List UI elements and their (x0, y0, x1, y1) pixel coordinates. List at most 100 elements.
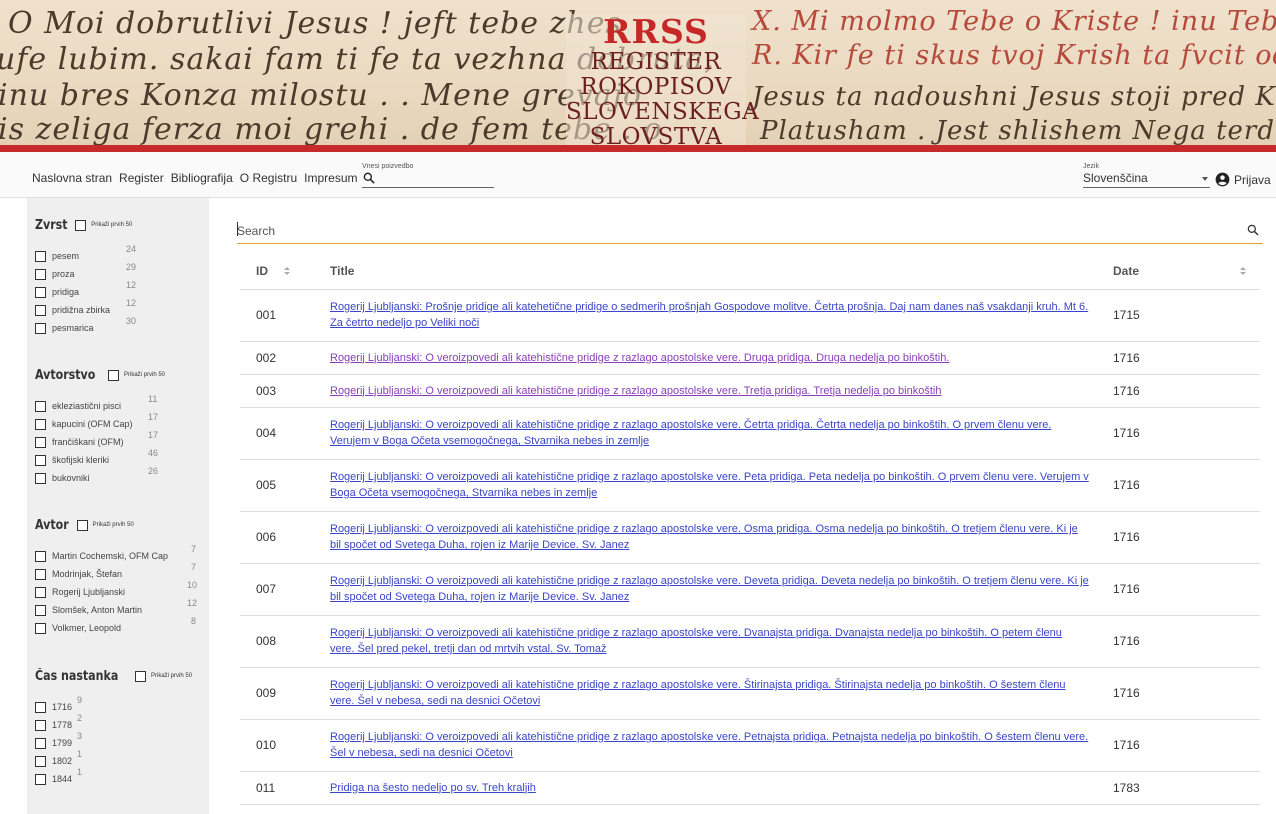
record-title-link[interactable]: Rogerij Ljubljanski: O veroizpovedi ali … (330, 523, 1078, 551)
search-icon[interactable] (362, 171, 376, 185)
facet-item[interactable]: pridiga 12 (35, 280, 205, 301)
checkbox-icon[interactable] (35, 568, 46, 580)
checkbox-icon[interactable] (76, 519, 88, 531)
facet-genre: Zvrst Prikaži prvih 50 pesem 24 proza 29 p… (35, 215, 205, 337)
facet-item[interactable]: bukovniki 26 (35, 466, 205, 487)
facet-item-count: 2 (77, 713, 83, 723)
facet-item-count: 24 (126, 244, 137, 254)
checkbox-icon[interactable] (35, 701, 46, 713)
checkbox-icon[interactable] (35, 719, 46, 731)
cell-id: 009 (240, 667, 314, 720)
checkbox-icon[interactable] (35, 550, 46, 562)
facet-item[interactable]: Martin Cochemski, OFM Cap 7 (35, 544, 205, 565)
record-title-link[interactable]: Rogerij Ljubljanski: O veroizpovedi ali … (330, 419, 1051, 447)
checkbox-icon[interactable] (35, 604, 46, 616)
facet-item[interactable]: ekleziastični pisci 11 (35, 394, 205, 415)
record-title-link[interactable]: Rogerij Ljubljanski: O veroizpovedi ali … (330, 471, 1089, 499)
column-header-date[interactable]: Date (1097, 253, 1260, 290)
facet-item[interactable]: 1778 2 (35, 713, 205, 734)
nav-link-impressum[interactable]: Impresum (304, 171, 357, 185)
language-selector: Jezik Slovenščina (1083, 163, 1210, 188)
table-search-input[interactable]: Search (237, 217, 1263, 244)
checkbox-icon[interactable] (35, 250, 46, 262)
checkbox-icon[interactable] (75, 219, 87, 231)
checkbox-icon[interactable] (35, 773, 46, 785)
banner-handwriting-line: is zeliga ferza moi grehi . de fem tebe … (0, 112, 663, 147)
nav-link-about[interactable]: O Registru (240, 171, 297, 185)
facet-item-label: 1802 (52, 756, 73, 766)
facet-title: Avtor (35, 517, 69, 533)
facet-item[interactable]: pesem 24 (35, 244, 205, 265)
facet-author: Avtor Prikaži prvih 50 Martin Cochemski,… (35, 515, 205, 637)
record-title-link[interactable]: Rogerij Ljubljanski: O veroizpovedi ali … (330, 627, 1062, 655)
record-title-link[interactable]: Rogerij Ljubljanski: O veroizpovedi ali … (330, 575, 1089, 603)
record-title-link[interactable]: Rogerij Ljubljanski: O veroizpovedi ali … (330, 679, 1066, 707)
table-row: 003 Rogerij Ljubljanski: O veroizpovedi a… (240, 374, 1260, 408)
facet-item[interactable]: pesmarica 30 (35, 316, 205, 337)
checkbox-icon[interactable] (35, 737, 46, 749)
checkbox-icon[interactable] (35, 418, 46, 430)
column-header-title[interactable]: Title (314, 253, 1097, 290)
facet-item[interactable]: 1844 1 (35, 767, 205, 788)
site-logo[interactable]: RRSS REGISTER ROKOPISOV SLOVENSKEGA SLOV… (566, 12, 759, 150)
login-button[interactable]: Prijava (1215, 172, 1271, 187)
checkbox-icon[interactable] (35, 436, 46, 448)
checkbox-icon[interactable] (35, 472, 46, 484)
cell-id: 003 (240, 374, 314, 408)
record-title-link[interactable]: Rogerij Ljubljanski: Prošnje pridige ali… (330, 301, 1088, 329)
checkbox-icon[interactable] (35, 286, 46, 298)
nav-link-bibliography[interactable]: Bibliografija (171, 171, 233, 185)
checkbox-icon[interactable] (35, 586, 46, 598)
checkbox-icon[interactable] (35, 755, 46, 767)
record-title-link[interactable]: Rogerij Ljubljanski: O veroizpovedi ali … (330, 731, 1088, 759)
facet-item-label: 1799 (52, 738, 73, 748)
facet-item-count: 12 (126, 280, 137, 290)
facet-item[interactable]: Rogerij Ljubljanski 10 (35, 580, 205, 601)
show-first-50-toggle[interactable]: Prikaži prvih 50 (108, 369, 165, 381)
show-first-50-toggle[interactable]: Prikaži prvih 50 (135, 670, 192, 682)
facet-item[interactable]: frančiškani (OFM) 17 (35, 430, 205, 451)
cell-date: 1716 (1097, 615, 1260, 668)
checkbox-icon[interactable] (35, 400, 46, 412)
facet-item-count: 12 (126, 298, 137, 308)
cell-id: 011 (240, 771, 314, 805)
facet-item[interactable]: škofijski kleriki 46 (35, 448, 205, 469)
search-icon[interactable] (1246, 223, 1260, 237)
sort-icon[interactable] (284, 267, 290, 276)
logo-abbreviation: RRSS (603, 12, 709, 51)
banner-handwriting-line: Jesus ta nadoushni Jesus stoji pred Kerv… (752, 82, 1276, 112)
logo-line-rokopisov: ROKOPISOV (580, 74, 732, 100)
cell-date: 1716 (1097, 667, 1260, 720)
cell-title: Rogerij Ljubljanski: O veroizpovedi ali … (314, 667, 1097, 720)
facet-item[interactable]: 1799 3 (35, 731, 205, 752)
show-first-50-toggle[interactable]: Prikaži prvih 50 (75, 219, 132, 231)
global-search-input[interactable] (362, 170, 494, 188)
nav-link-register[interactable]: Register (119, 171, 164, 185)
facet-item[interactable]: kapucini (OFM Cap) 17 (35, 412, 205, 433)
record-title-link[interactable]: Rogerij Ljubljanski: O veroizpovedi ali … (330, 385, 941, 397)
facet-item[interactable]: Modrinjak, Štefan 7 (35, 562, 205, 583)
facet-item[interactable]: proza 29 (35, 262, 205, 283)
record-title-link[interactable]: Rogerij Ljubljanski: O veroizpovedi ali … (330, 352, 949, 364)
checkbox-icon[interactable] (35, 454, 46, 466)
checkbox-icon[interactable] (35, 622, 46, 634)
facet-item[interactable]: 1716 9 (35, 695, 205, 716)
checkbox-icon[interactable] (35, 268, 46, 280)
facet-item[interactable]: Volkmer, Leopold 8 (35, 616, 205, 637)
checkbox-icon[interactable] (108, 369, 119, 381)
sort-icon[interactable] (1240, 266, 1246, 276)
checkbox-icon[interactable] (35, 304, 46, 316)
checkbox-icon[interactable] (35, 322, 46, 334)
record-title-link[interactable]: Pridiga na šesto nedeljo po sv. Treh kra… (330, 782, 536, 794)
facet-item-count: 12 (187, 598, 198, 608)
facet-item-label: pesmarica (52, 323, 94, 333)
column-header-id[interactable]: ID (240, 253, 314, 290)
show-first-50-toggle[interactable]: Prikaži prvih 50 (76, 519, 134, 531)
language-select[interactable]: Slovenščina (1083, 170, 1210, 188)
facet-item[interactable]: 1802 1 (35, 749, 205, 770)
facet-item[interactable]: Slomšek, Anton Martin 12 (35, 598, 205, 619)
checkbox-icon[interactable] (135, 670, 147, 682)
facet-item[interactable]: pridižna zbirka 12 (35, 298, 205, 319)
nav-link-home[interactable]: Naslovna stran (32, 171, 112, 185)
cell-id: 010 (240, 719, 314, 772)
